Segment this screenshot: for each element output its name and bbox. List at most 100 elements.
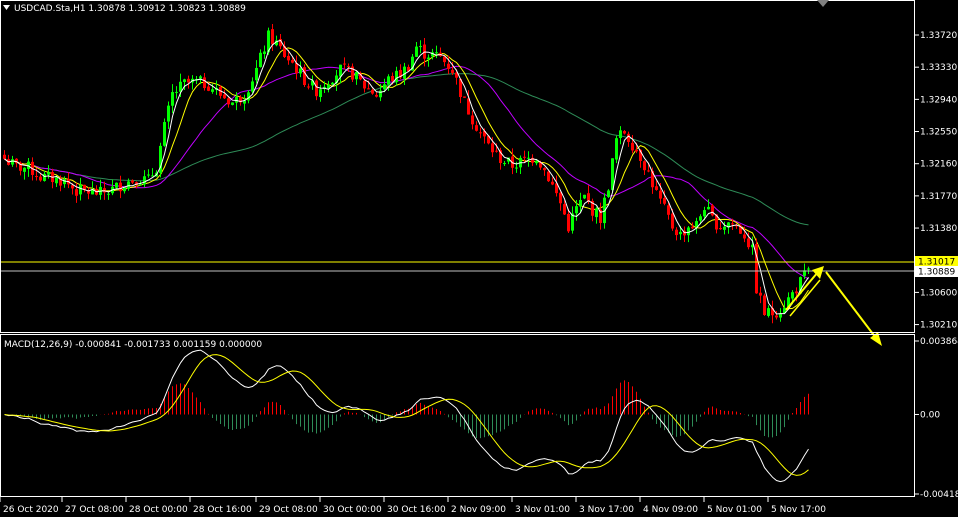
price-tick-label: 1.31770 xyxy=(920,192,957,202)
candle-body xyxy=(331,82,334,85)
candle-body xyxy=(627,133,630,142)
candle-body xyxy=(491,143,494,153)
candle-body xyxy=(203,77,206,89)
candle-body xyxy=(23,167,26,172)
candle-body xyxy=(583,194,586,199)
candle-body xyxy=(703,210,706,217)
time-tick-label: 28 Oct 00:00 xyxy=(129,505,188,515)
candle-body xyxy=(615,138,618,160)
candle-body xyxy=(339,64,342,77)
trading-chart[interactable]: 1.33720 1.33330 1.32940 1.32550 1.32160 1.317… xyxy=(0,0,958,517)
candle-body xyxy=(251,81,254,92)
candle-body xyxy=(503,163,506,165)
candle-body xyxy=(211,89,214,92)
candle-body xyxy=(543,168,546,171)
price-tick-label: 1.33720 xyxy=(920,31,957,41)
candle-body xyxy=(619,130,622,139)
time-tick-label: 4 Nov 09:00 xyxy=(643,505,698,515)
candle-body xyxy=(395,70,398,83)
candle-body xyxy=(767,308,770,316)
candle-body xyxy=(523,156,526,158)
candle-body xyxy=(475,125,478,131)
candle-body xyxy=(43,173,46,181)
candle-body xyxy=(419,46,422,48)
time-tick-label: 2 Nov 09:00 xyxy=(451,505,506,515)
candle-body xyxy=(731,223,734,225)
macd-title: MACD(12,26,9) -0.000841 -0.001733 0.0011… xyxy=(4,340,262,350)
candle-body xyxy=(679,231,682,235)
candle-body xyxy=(695,221,698,227)
candle-body xyxy=(355,71,358,80)
price-tick-label: 1.32940 xyxy=(920,95,957,105)
price-tick-label: 1.30210 xyxy=(920,321,957,331)
candle-body xyxy=(659,190,662,199)
candle-body xyxy=(367,88,370,90)
time-tick-label: 30 Oct 16:00 xyxy=(387,505,446,515)
candle-body xyxy=(291,60,294,63)
time-tick-label: 5 Nov 17:00 xyxy=(771,505,826,515)
candle-body xyxy=(635,149,638,152)
candle-body xyxy=(675,229,678,236)
candle-body xyxy=(655,186,658,190)
candle-body xyxy=(207,86,210,91)
candle-body xyxy=(115,182,118,188)
candle-body xyxy=(623,131,626,134)
candle-body xyxy=(235,96,238,103)
candle-body xyxy=(667,205,670,215)
candle-body xyxy=(547,171,550,182)
candle-body xyxy=(711,205,714,216)
candle-body xyxy=(299,68,302,74)
time-tick-label: 29 Oct 08:00 xyxy=(259,505,318,515)
candle-body xyxy=(227,98,230,105)
candle-body xyxy=(55,177,58,184)
candle-body xyxy=(479,132,482,134)
candle-body xyxy=(199,76,202,79)
candle-body xyxy=(563,204,566,215)
candle-body xyxy=(3,154,6,159)
candle-body xyxy=(691,226,694,229)
candle-body xyxy=(471,115,474,125)
candle-body xyxy=(427,57,430,60)
time-tick-label: 3 Nov 17:00 xyxy=(579,505,634,515)
candle-body xyxy=(167,105,170,122)
candle-body xyxy=(259,52,262,67)
candle-body xyxy=(231,102,234,105)
candle-body xyxy=(671,213,674,229)
candle-body xyxy=(775,315,778,318)
candle-body xyxy=(575,206,578,214)
candle-body xyxy=(75,189,78,196)
candle-body xyxy=(747,238,750,248)
candle-body xyxy=(39,176,42,181)
candle-body xyxy=(175,91,178,93)
bid-label-text: 1.30889 xyxy=(918,268,955,278)
time-tick-label: 28 Oct 16:00 xyxy=(193,505,252,515)
candle-body xyxy=(415,46,418,57)
candle-body xyxy=(303,67,306,86)
price-tick-label: 1.31380 xyxy=(920,224,957,234)
candle-body xyxy=(463,96,466,98)
candle-body xyxy=(147,174,150,176)
candle-body xyxy=(567,213,570,232)
candle-body xyxy=(35,176,38,178)
candle-body xyxy=(687,227,690,236)
price-tick-label: 1.32550 xyxy=(920,128,957,138)
candle-body xyxy=(495,150,498,152)
candle-body xyxy=(515,167,518,169)
candle-body xyxy=(139,184,142,186)
candle-body xyxy=(223,94,226,99)
candle-body xyxy=(763,295,766,316)
candle-body xyxy=(307,86,310,88)
candle-body xyxy=(435,52,438,54)
candle-body xyxy=(391,76,394,81)
candle-body xyxy=(11,159,14,165)
candle-body xyxy=(791,292,794,299)
chart-title: USDCAD.Sta,H1 1.30878 1.30912 1.30823 1.… xyxy=(14,4,246,14)
chart-background xyxy=(0,0,958,517)
candle-body xyxy=(363,80,366,89)
candle-body xyxy=(795,291,798,294)
candle-body xyxy=(375,94,378,97)
candle-body xyxy=(47,172,50,175)
candle-body xyxy=(707,206,710,210)
candle-body xyxy=(371,89,374,94)
candle-body xyxy=(759,292,762,296)
